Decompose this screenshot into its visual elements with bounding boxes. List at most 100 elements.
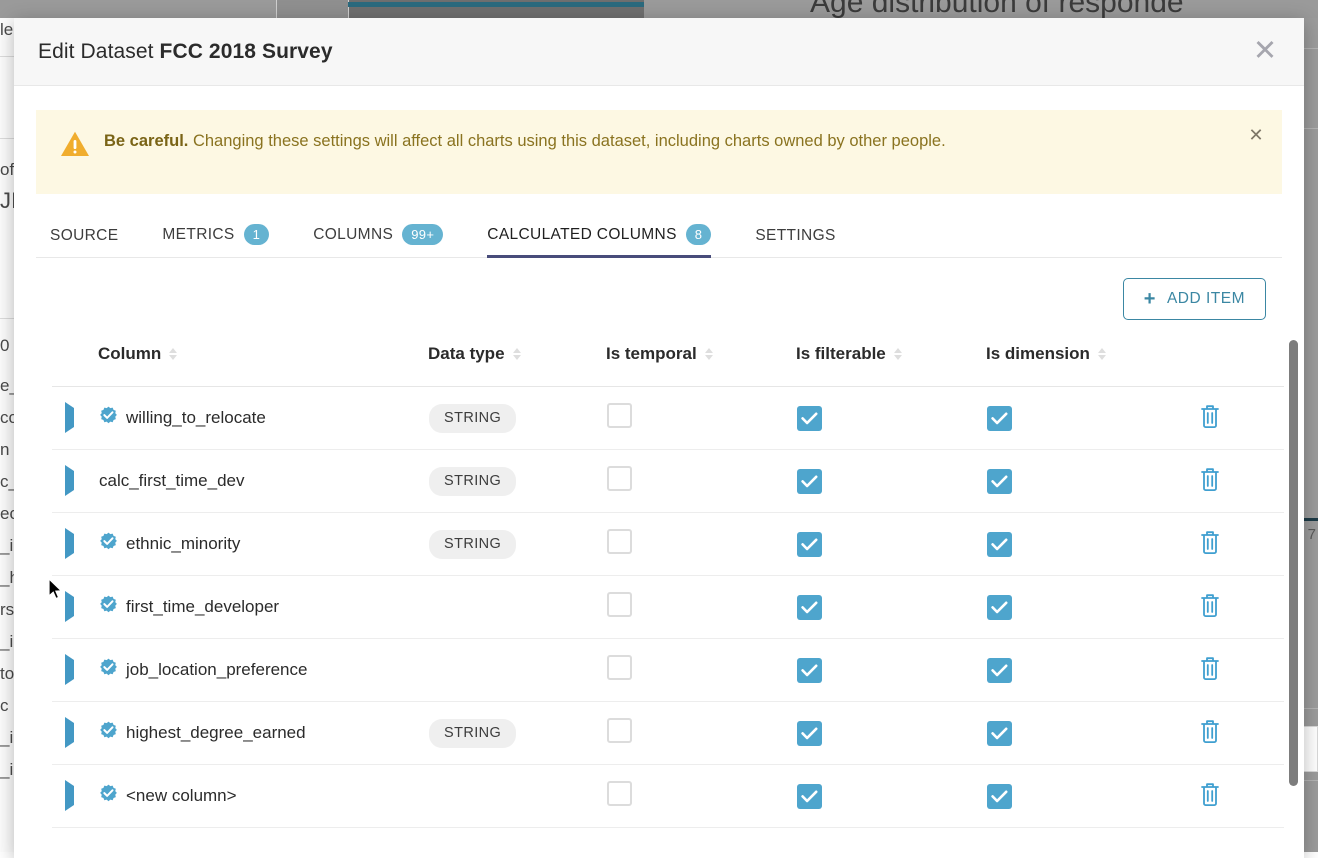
delete-row-icon[interactable]	[1199, 781, 1221, 812]
header-is-temporal[interactable]: Is temporal	[606, 334, 796, 387]
sort-icon[interactable]	[169, 348, 177, 360]
warning-alert: Be careful. Changing these settings will…	[36, 110, 1282, 194]
expand-chevron-icon[interactable]	[65, 780, 74, 811]
row-is-filterable-cell	[796, 450, 986, 513]
expand-chevron-icon[interactable]	[65, 465, 74, 496]
tab-source[interactable]: SOURCE	[50, 227, 118, 257]
table-vertical-scrollbar[interactable]	[1289, 340, 1298, 786]
is-filterable-checkbox[interactable]	[797, 469, 822, 494]
sort-icon[interactable]	[705, 348, 713, 360]
row-data-type-cell: STRING	[428, 513, 606, 576]
tab-metrics[interactable]: METRICS 1	[162, 224, 269, 257]
warning-alert-message: Changing these settings will affect all …	[193, 132, 946, 150]
row-data-type-cell	[428, 576, 606, 639]
backdrop-fragment: of	[0, 160, 14, 180]
row-is-dimension-cell	[986, 639, 1198, 702]
row-expander-cell	[52, 450, 98, 513]
column-name-label: highest_degree_earned	[126, 723, 306, 743]
tab-columns[interactable]: COLUMNS 99+	[313, 224, 443, 257]
certified-badge-icon	[99, 406, 118, 430]
is-dimension-checkbox[interactable]	[987, 595, 1012, 620]
tab-badge: 8	[686, 224, 712, 245]
backdrop-fragment: c	[0, 696, 9, 716]
is-filterable-checkbox[interactable]	[797, 406, 822, 431]
expand-chevron-icon[interactable]	[65, 402, 74, 433]
sort-icon[interactable]	[1098, 348, 1106, 360]
header-column[interactable]: Column	[98, 334, 428, 387]
row-expander-cell	[52, 576, 98, 639]
modal-title-dataset-name: FCC 2018 Survey	[160, 40, 333, 63]
warning-alert-text: Be careful. Changing these settings will…	[104, 126, 946, 154]
table-row: ethnic_minority STRING	[52, 513, 1284, 576]
table-row: job_location_preference	[52, 639, 1284, 702]
alert-dismiss-icon[interactable]: ✕	[1246, 126, 1266, 146]
add-item-button[interactable]: + ADD ITEM	[1123, 278, 1266, 320]
column-name-label: ethnic_minority	[126, 534, 240, 554]
is-filterable-checkbox[interactable]	[797, 784, 822, 809]
is-filterable-checkbox[interactable]	[797, 721, 822, 746]
is-temporal-checkbox[interactable]	[607, 718, 632, 743]
add-item-label: ADD ITEM	[1167, 290, 1245, 308]
sort-icon[interactable]	[513, 348, 521, 360]
is-dimension-checkbox[interactable]	[987, 721, 1012, 746]
table-row: highest_degree_earned STRING	[52, 702, 1284, 765]
is-temporal-checkbox[interactable]	[607, 655, 632, 680]
expand-chevron-icon[interactable]	[65, 591, 74, 622]
delete-row-icon[interactable]	[1199, 655, 1221, 686]
header-actions	[1198, 334, 1284, 387]
is-filterable-checkbox[interactable]	[797, 658, 822, 683]
delete-row-icon[interactable]	[1199, 529, 1221, 560]
expand-chevron-icon[interactable]	[65, 717, 74, 748]
is-temporal-checkbox[interactable]	[607, 592, 632, 617]
column-name-label: <new column>	[126, 786, 237, 806]
header-is-filterable[interactable]: Is filterable	[796, 334, 986, 387]
row-data-type-cell: STRING	[428, 702, 606, 765]
modal-header: Edit Dataset FCC 2018 Survey ✕	[14, 18, 1304, 86]
table-body: willing_to_relocateSTRINGcalc_first_time…	[52, 387, 1284, 828]
delete-row-icon[interactable]	[1199, 403, 1221, 434]
is-filterable-checkbox[interactable]	[797, 532, 822, 557]
is-dimension-checkbox[interactable]	[987, 469, 1012, 494]
header-is-dimension[interactable]: Is dimension	[986, 334, 1198, 387]
row-column-name-cell: first_time_developer	[98, 576, 428, 639]
is-temporal-checkbox[interactable]	[607, 403, 632, 428]
tab-calculated-columns[interactable]: CALCULATED COLUMNS 8	[487, 224, 711, 257]
is-dimension-checkbox[interactable]	[987, 532, 1012, 557]
row-is-filterable-cell	[796, 387, 986, 450]
row-is-temporal-cell	[606, 513, 796, 576]
row-expander-cell	[52, 702, 98, 765]
row-is-dimension-cell	[986, 702, 1198, 765]
row-data-type-cell	[428, 639, 606, 702]
close-icon[interactable]: ✕	[1248, 35, 1282, 69]
sort-icon[interactable]	[894, 348, 902, 360]
header-data-type[interactable]: Data type	[428, 334, 606, 387]
row-is-temporal-cell	[606, 450, 796, 513]
row-is-filterable-cell	[796, 765, 986, 828]
is-temporal-checkbox[interactable]	[607, 529, 632, 554]
tab-settings[interactable]: SETTINGS	[755, 227, 835, 257]
is-temporal-checkbox[interactable]	[607, 466, 632, 491]
delete-row-icon[interactable]	[1199, 592, 1221, 623]
tab-badge: 99+	[402, 224, 443, 245]
row-column-name-cell: calc_first_time_dev	[98, 450, 428, 513]
row-column-name-cell: ethnic_minority	[98, 513, 428, 576]
data-type-badge: STRING	[429, 404, 516, 433]
is-dimension-checkbox[interactable]	[987, 658, 1012, 683]
calculated-columns-table-wrap: Column Data type Is te	[52, 334, 1292, 828]
delete-row-icon[interactable]	[1199, 466, 1221, 497]
delete-row-icon[interactable]	[1199, 718, 1221, 749]
is-dimension-checkbox[interactable]	[987, 784, 1012, 809]
header-expander-spacer	[52, 334, 98, 387]
is-temporal-checkbox[interactable]	[607, 781, 632, 806]
row-data-type-cell: STRING	[428, 387, 606, 450]
expand-chevron-icon[interactable]	[65, 654, 74, 685]
is-dimension-checkbox[interactable]	[987, 406, 1012, 431]
table-row: calc_first_time_devSTRING	[52, 450, 1284, 513]
table-row: first_time_developer	[52, 576, 1284, 639]
row-is-dimension-cell	[986, 450, 1198, 513]
is-filterable-checkbox[interactable]	[797, 595, 822, 620]
row-is-dimension-cell	[986, 576, 1198, 639]
row-is-dimension-cell	[986, 513, 1198, 576]
row-is-filterable-cell	[796, 513, 986, 576]
expand-chevron-icon[interactable]	[65, 528, 74, 559]
